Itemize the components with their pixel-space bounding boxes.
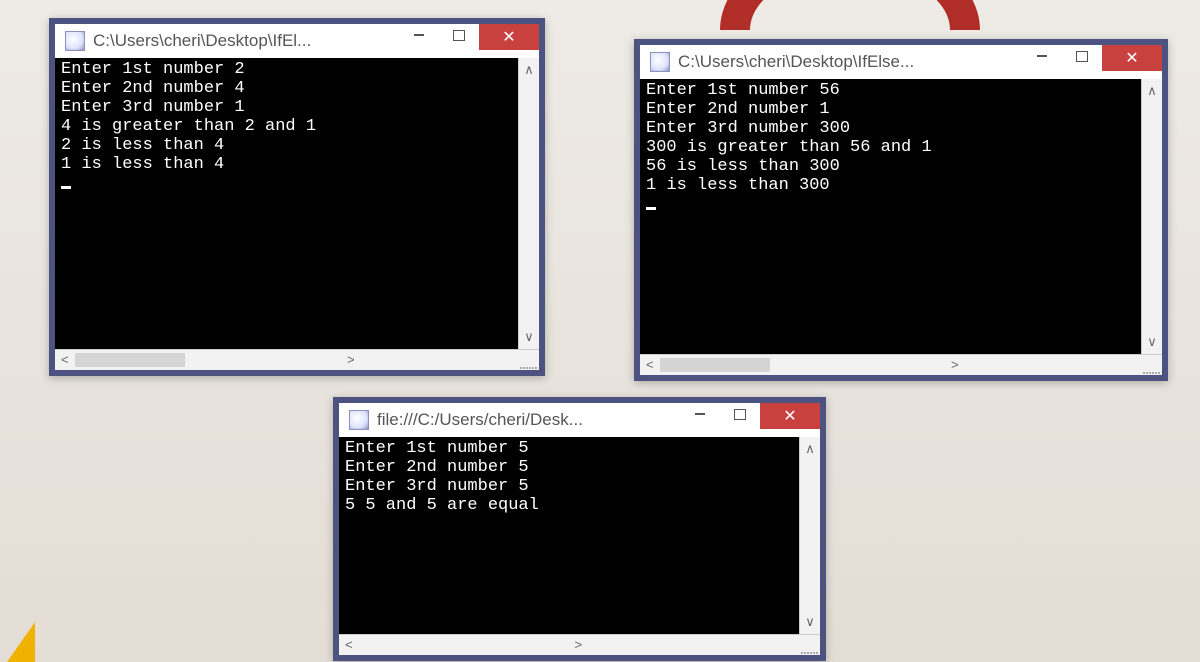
console-window-2: C:\Users\cheri\Desktop\IfElse... ✕ Enter…: [634, 39, 1168, 381]
console-output: Enter 1st number 5 Enter 2nd number 5 En…: [339, 437, 799, 634]
window-title: C:\Users\cheri\Desktop\IfEl...: [93, 31, 399, 51]
console-window-3: file:///C:/Users/cheri/Desk... ✕ Enter 1…: [333, 397, 826, 661]
scroll-left-icon[interactable]: <: [640, 355, 660, 375]
text-cursor: [61, 186, 71, 189]
window-controls: ✕: [399, 24, 539, 58]
maximize-button[interactable]: [1062, 45, 1102, 67]
vertical-scrollbar[interactable]: ∧ ∨: [1141, 79, 1162, 354]
minimize-button[interactable]: [399, 24, 439, 46]
titlebar[interactable]: C:\Users\cheri\Desktop\IfElse... ✕: [640, 45, 1162, 79]
window-controls: ✕: [1022, 45, 1162, 79]
resize-grip[interactable]: [517, 349, 539, 371]
close-button[interactable]: ✕: [1102, 45, 1162, 71]
app-icon: [65, 31, 85, 51]
resize-grip[interactable]: [1140, 354, 1162, 376]
horizontal-scrollbar[interactable]: < >: [640, 354, 1162, 375]
console-output: Enter 1st number 2 Enter 2nd number 4 En…: [55, 58, 518, 349]
close-button[interactable]: ✕: [760, 403, 820, 429]
maximize-button[interactable]: [439, 24, 479, 46]
titlebar[interactable]: file:///C:/Users/cheri/Desk... ✕: [339, 403, 820, 437]
scroll-right-icon[interactable]: >: [569, 635, 589, 655]
app-icon: [650, 52, 670, 72]
minimize-button[interactable]: [1022, 45, 1062, 67]
scroll-right-icon[interactable]: >: [945, 355, 965, 375]
scroll-right-icon[interactable]: >: [341, 350, 361, 370]
scroll-down-icon[interactable]: ∨: [524, 325, 534, 349]
scroll-left-icon[interactable]: <: [55, 350, 75, 370]
minimize-button[interactable]: [680, 403, 720, 425]
presentation-slide: C:\Users\cheri\Desktop\IfEl... ✕ Enter 1…: [0, 0, 1200, 662]
scroll-up-icon[interactable]: ∧: [1147, 79, 1157, 103]
console-output: Enter 1st number 56 Enter 2nd number 1 E…: [640, 79, 1141, 354]
scroll-thumb[interactable]: [660, 358, 770, 372]
vertical-scrollbar[interactable]: ∧ ∨: [518, 58, 539, 349]
horizontal-scrollbar[interactable]: < >: [55, 349, 539, 370]
window-title: file:///C:/Users/cheri/Desk...: [377, 410, 680, 430]
titlebar[interactable]: C:\Users\cheri\Desktop\IfEl... ✕: [55, 24, 539, 58]
close-button[interactable]: ✕: [479, 24, 539, 50]
decorative-triangle: [0, 622, 35, 662]
scroll-left-icon[interactable]: <: [339, 635, 359, 655]
window-title: C:\Users\cheri\Desktop\IfElse...: [678, 52, 1022, 72]
text-cursor: [646, 207, 656, 210]
scroll-thumb[interactable]: [75, 353, 185, 367]
maximize-button[interactable]: [720, 403, 760, 425]
scroll-down-icon[interactable]: ∨: [805, 610, 815, 634]
horizontal-scrollbar[interactable]: < >: [339, 634, 820, 655]
scroll-up-icon[interactable]: ∧: [524, 58, 534, 82]
app-icon: [349, 410, 369, 430]
scroll-up-icon[interactable]: ∧: [805, 437, 815, 461]
window-controls: ✕: [680, 403, 820, 437]
scroll-down-icon[interactable]: ∨: [1147, 330, 1157, 354]
resize-grip[interactable]: [798, 634, 820, 656]
console-window-1: C:\Users\cheri\Desktop\IfEl... ✕ Enter 1…: [49, 18, 545, 376]
vertical-scrollbar[interactable]: ∧ ∨: [799, 437, 820, 634]
